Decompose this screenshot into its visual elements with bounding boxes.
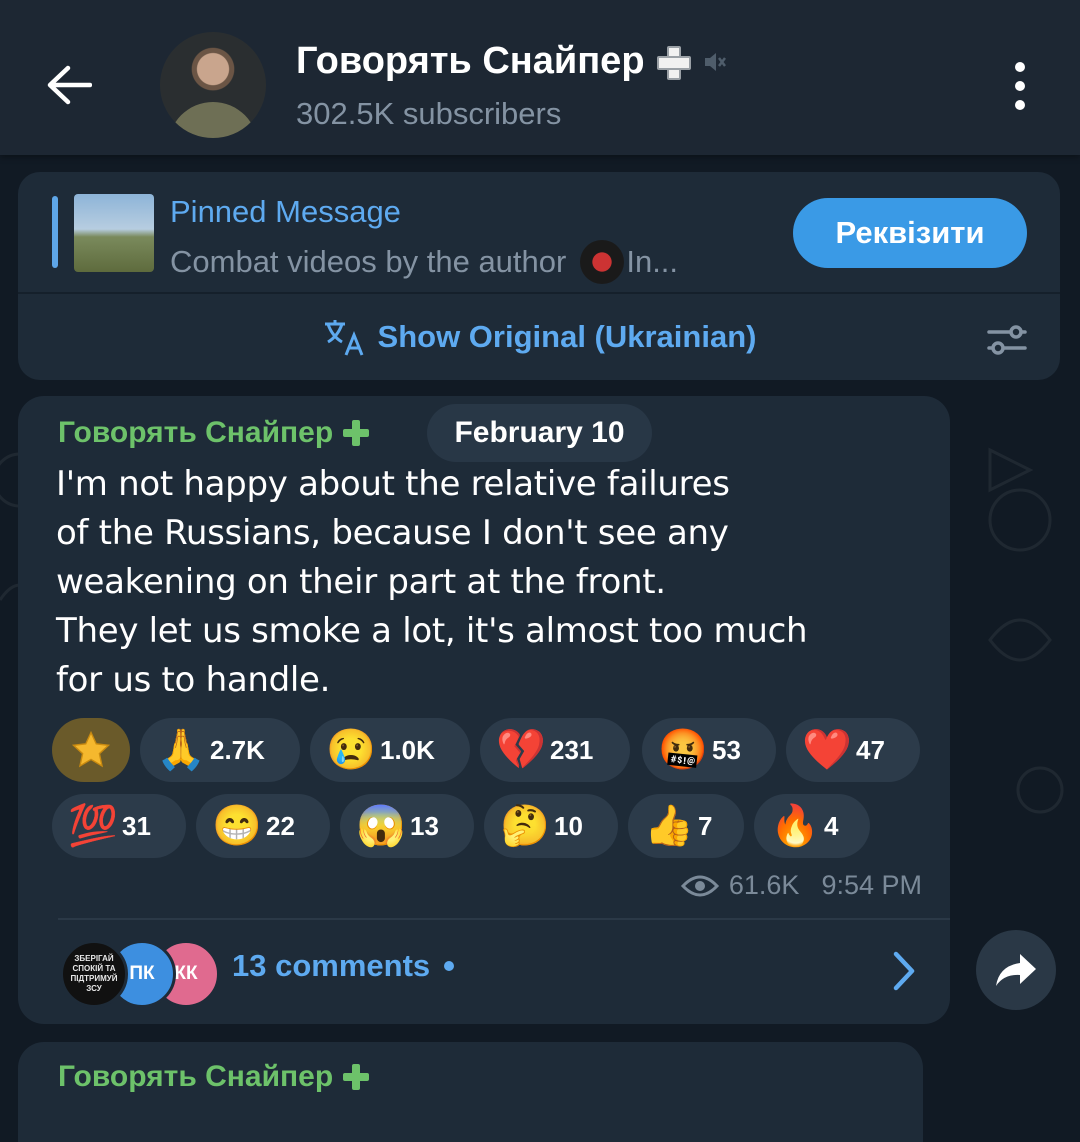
pinned-message-panel[interactable]: Pinned Message Combat videos by the auth… xyxy=(18,172,1060,380)
arrow-left-icon xyxy=(47,65,92,105)
post-time: 9:54 PM xyxy=(821,870,922,900)
reaction-chip[interactable]: ❤️ 47 xyxy=(786,718,920,782)
reaction-emoji: 😢 xyxy=(326,728,376,772)
pinned-preview: Combat videos by the author In... xyxy=(170,240,678,284)
reaction-chip[interactable]: 👍 7 xyxy=(628,794,744,858)
unread-dot xyxy=(444,961,455,971)
view-count: 61.6K xyxy=(728,870,800,900)
pinned-preview-text: Combat videos by the author xyxy=(170,244,567,279)
reaction-count: 47 xyxy=(856,734,885,765)
pinned-thumbnail xyxy=(74,194,154,272)
channel-title-text[interactable]: Говорять Снайпер xyxy=(296,40,645,83)
reaction-chip[interactable]: 😢 1.0K xyxy=(310,718,470,782)
reaction-count: 2.7K xyxy=(210,734,265,765)
channel-avatar[interactable] xyxy=(160,32,266,138)
plus-icon xyxy=(343,420,370,446)
reaction-chip[interactable]: 🔥 4 xyxy=(754,794,870,858)
reaction-emoji: 😁 xyxy=(212,804,262,848)
pinned-title: Pinned Message xyxy=(170,194,401,229)
requisites-button[interactable]: Реквізити xyxy=(793,198,1027,268)
reaction-count: 13 xyxy=(410,810,439,841)
channel-title[interactable]: Говорять Снайпер xyxy=(296,40,727,83)
reaction-chip[interactable]: 🤬 53 xyxy=(642,718,776,782)
reaction-count: 22 xyxy=(266,810,295,841)
post-author-name[interactable]: Говорять Снайпер xyxy=(58,416,333,450)
reaction-count: 31 xyxy=(122,810,151,841)
reaction-count: 7 xyxy=(698,810,713,841)
pinned-logo-icon xyxy=(580,240,625,284)
more-vertical-icon xyxy=(1015,62,1025,72)
channel-post[interactable]: Говорять Снайпер xyxy=(18,1042,923,1142)
plus-icon xyxy=(343,1064,370,1090)
reaction-count: 53 xyxy=(712,734,741,765)
eye-icon xyxy=(680,875,719,896)
reaction-emoji: 🤔 xyxy=(500,804,550,848)
subscriber-count: 302.5K subscribers xyxy=(296,96,562,131)
pinned-indicator xyxy=(52,196,58,268)
reaction-count: 10 xyxy=(554,810,583,841)
comments-button[interactable]: ЗБЕРІГАЙ СПОКІЙ ТА ПІДТРИМУЙ ЗСУ ПК КК 1… xyxy=(58,926,938,1016)
reaction-count: 231 xyxy=(550,734,594,765)
star-reaction[interactable] xyxy=(52,718,130,782)
share-button[interactable] xyxy=(976,930,1056,1010)
reaction-chip[interactable]: 😁 22 xyxy=(196,794,330,858)
pinned-preview-suffix: In... xyxy=(626,244,679,279)
reaction-chip[interactable]: 🙏 2.7K xyxy=(140,718,300,782)
comments-count-label[interactable]: 13 comments xyxy=(232,948,430,984)
reaction-emoji: 🔥 xyxy=(770,804,820,848)
filter-settings-icon[interactable] xyxy=(986,320,1028,360)
reaction-count: 4 xyxy=(824,810,839,841)
show-original-label[interactable]: Show Original (Ukrainian) xyxy=(378,319,757,355)
post-author[interactable]: Говорять Снайпер xyxy=(58,1060,370,1094)
reaction-count: 1.0K xyxy=(380,734,435,765)
plus-icon xyxy=(656,45,691,80)
share-forward-icon xyxy=(996,954,1036,986)
back-button[interactable] xyxy=(40,56,98,114)
post-author-name[interactable]: Говорять Снайпер xyxy=(58,1060,333,1094)
reaction-chip[interactable]: 🤔 10 xyxy=(484,794,618,858)
star-icon xyxy=(71,730,111,768)
reaction-emoji: 😱 xyxy=(356,804,406,848)
translate-icon xyxy=(324,320,363,356)
channel-post[interactable]: Говорять Снайпер February 10 I'm not hap… xyxy=(18,396,950,1024)
divider xyxy=(58,918,950,920)
chat-header: Говорять Снайпер 302.5K subscribers xyxy=(0,0,1080,155)
reaction-chip[interactable]: 😱 13 xyxy=(340,794,474,858)
reaction-emoji: 💔 xyxy=(496,728,546,772)
reaction-chip[interactable]: 💯 31 xyxy=(52,794,186,858)
post-text: I'm not happy about the relative failure… xyxy=(56,464,808,700)
show-original-bar[interactable]: Show Original (Ukrainian) xyxy=(18,294,1060,380)
reaction-emoji: 🤬 xyxy=(658,728,708,772)
reaction-chip[interactable]: 💔 231 xyxy=(480,718,630,782)
date-badge: February 10 xyxy=(427,404,652,462)
reaction-emoji: ❤️ xyxy=(802,728,852,772)
reaction-emoji: 👍 xyxy=(644,804,694,848)
chevron-right-icon xyxy=(893,951,915,991)
reaction-emoji: 💯 xyxy=(68,804,118,848)
muted-icon xyxy=(704,52,726,71)
post-meta: 61.6K 9:54 PM xyxy=(680,870,922,901)
reaction-emoji: 🙏 xyxy=(156,728,206,772)
commenter-avatar: ЗБЕРІГАЙ СПОКІЙ ТА ПІДТРИМУЙ ЗСУ xyxy=(60,940,128,1008)
post-author[interactable]: Говорять Снайпер xyxy=(58,416,370,450)
more-menu-button[interactable] xyxy=(1000,62,1040,110)
